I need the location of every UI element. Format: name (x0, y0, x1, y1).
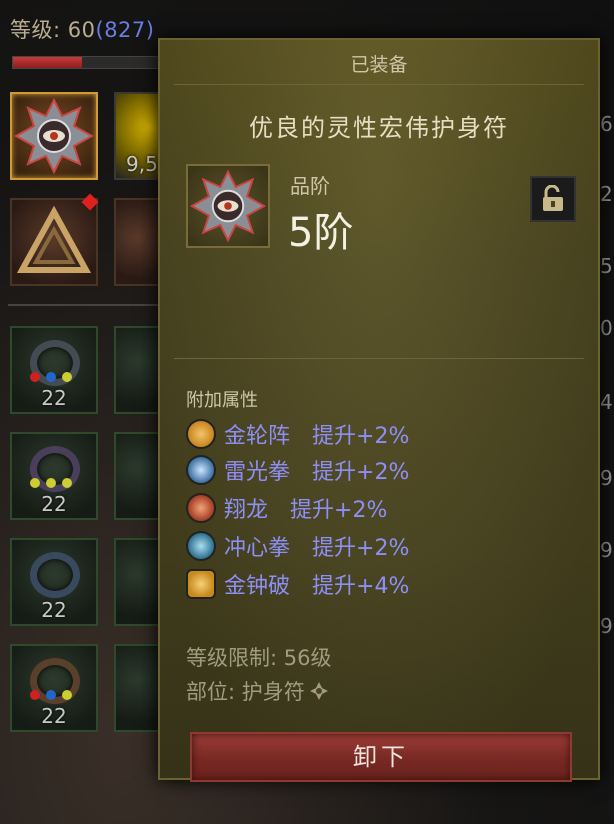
unequip-button[interactable]: 卸下 (190, 732, 572, 782)
edge-stat: 9 (600, 538, 613, 562)
gem-slot[interactable]: 22 (10, 432, 98, 520)
gem-slot[interactable]: 22 (10, 644, 98, 732)
attribute-skill: 金钟破 (224, 574, 291, 599)
attribute-row: 翔龙 提升+2% (186, 492, 387, 524)
golden-wheel-icon (186, 419, 216, 449)
slot-info: 部位: 护身符 (186, 676, 329, 706)
triangle-emblem-icon (16, 205, 92, 273)
item-icon-frame (186, 164, 270, 248)
gem-slot-partial[interactable] (114, 432, 160, 520)
equipped-header: 已装备 (350, 54, 408, 76)
heart-strike-icon (186, 531, 216, 561)
gem-level: 22 (41, 492, 67, 516)
level-label: 等级: (10, 18, 61, 42)
attr-divider (174, 358, 584, 359)
paragon-level: (827) (95, 18, 155, 42)
edge-stat: 2 (600, 182, 613, 206)
attribute-skill: 翔龙 (224, 498, 269, 523)
amulet-icon (13, 97, 95, 175)
edge-stat: 9 (600, 466, 613, 490)
soaring-dragon-icon (186, 493, 216, 523)
slot-label: 部位: 护身符 (186, 680, 305, 704)
gem-sockets (30, 478, 72, 488)
xp-bar-fill (13, 57, 82, 68)
edge-stat: 4 (600, 390, 613, 414)
edge-stat: 0 (600, 316, 613, 340)
gem-slot-partial[interactable] (114, 326, 160, 414)
thunder-fist-icon (186, 455, 216, 485)
attribute-skill: 金轮阵 (224, 424, 291, 449)
attribute-bonus: 提升+2% (312, 424, 410, 449)
attribute-bonus: 提升+2% (312, 536, 410, 561)
unlock-icon (543, 185, 563, 211)
edge-stat: 5 (600, 254, 613, 278)
section-divider (8, 304, 160, 306)
currency-count: 9,5 (126, 152, 158, 176)
item-name: 优良的灵性宏伟护身符 (249, 114, 509, 142)
xp-bar (12, 56, 160, 69)
equip-slot-partial[interactable] (114, 198, 160, 286)
attribute-bonus: 提升+4% (312, 574, 410, 599)
header-divider (174, 84, 584, 85)
gem-slot[interactable]: 22 (10, 538, 98, 626)
character-level: 等级: 60(827) (10, 14, 154, 44)
attribute-row: 冲心拳 提升+2% (186, 530, 409, 562)
emblem-slot[interactable] (10, 193, 99, 286)
attribute-bonus: 提升+2% (312, 460, 410, 485)
attribute-row: 金钟破 提升+4% (186, 568, 409, 600)
attribute-row: 雷光拳 提升+2% (186, 454, 409, 486)
edge-stat: 6 (600, 112, 613, 136)
gem-level: 22 (41, 386, 67, 410)
edge-stat: 9 (600, 614, 613, 638)
gem-slot-partial[interactable] (114, 644, 160, 732)
gem-slot-partial[interactable] (114, 538, 160, 626)
level-requirement: 等级限制: 56级 (186, 646, 332, 670)
grade-value: 5阶 (288, 210, 354, 256)
attribute-skill: 雷光拳 (224, 460, 291, 485)
amulet-icon (189, 169, 267, 243)
ring-icon (30, 552, 80, 598)
attribute-bonus: 提升+2% (290, 498, 388, 523)
currency-slot[interactable]: 9,5 (114, 92, 160, 180)
gem-sockets (30, 690, 72, 700)
grade-label: 品阶 (290, 174, 330, 198)
gem-sockets (30, 372, 72, 382)
item-tooltip: 已装备 优良的灵性宏伟护身符 品阶 5阶 附加属性 金轮阵 提升+2% 雷光拳 … (158, 38, 600, 782)
level-value: 60 (67, 18, 96, 42)
attribute-skill: 冲心拳 (224, 536, 291, 561)
amulet-slot[interactable] (10, 92, 98, 180)
attributes-title: 附加属性 (186, 390, 258, 411)
golden-bell-icon (186, 569, 216, 599)
amulet-slot-icon (309, 682, 328, 700)
gem-level: 22 (41, 704, 67, 728)
gem-level: 22 (41, 598, 67, 622)
lock-toggle-button[interactable] (530, 176, 576, 222)
gem-slot[interactable]: 22 (10, 326, 98, 414)
attribute-row: 金轮阵 提升+2% (186, 418, 409, 450)
